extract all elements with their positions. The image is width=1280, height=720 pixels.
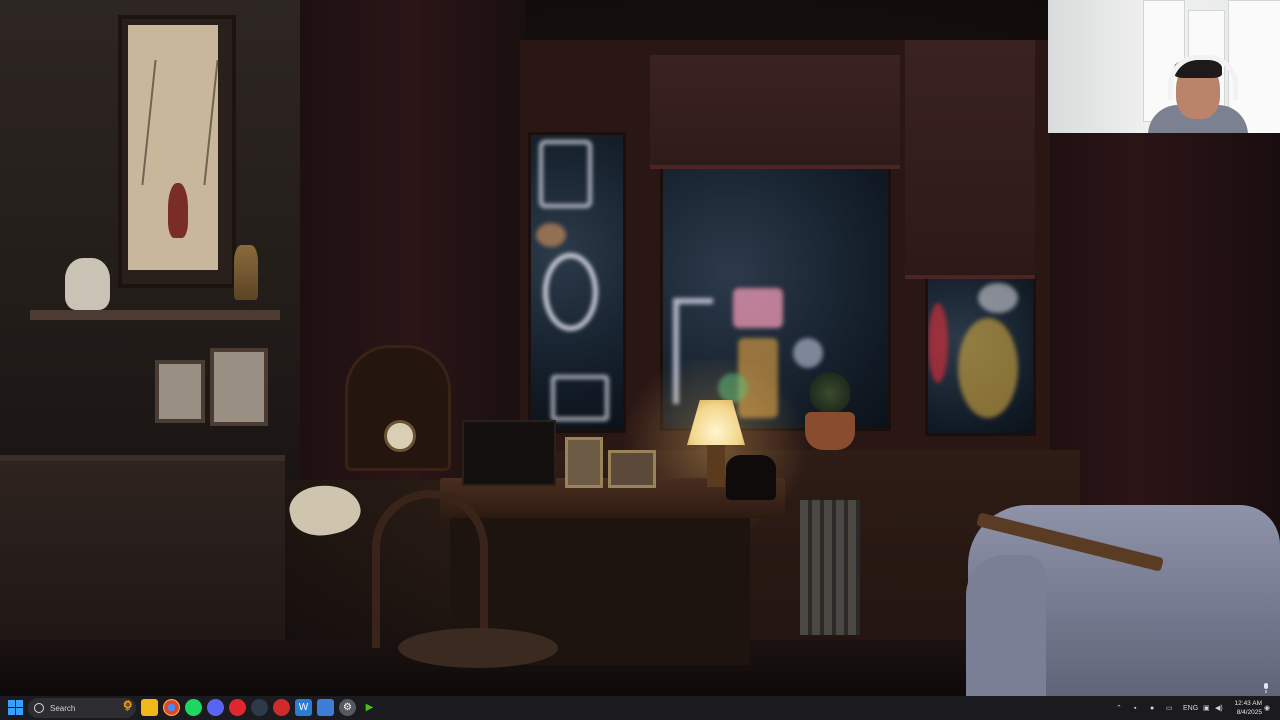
clock-date: 8/4/2025 — [1236, 709, 1262, 716]
tray-mic-icon[interactable]: ● — [1150, 696, 1154, 720]
wall-photo — [155, 360, 205, 423]
armchair-arm — [966, 555, 1046, 696]
lamp-base — [707, 445, 725, 487]
taskbar-clock[interactable]: 12:43 AM 8/4/2025 — [1230, 699, 1262, 717]
plant-pot — [805, 412, 855, 450]
window-pane-right — [925, 275, 1036, 436]
microphone-icon[interactable] — [1262, 683, 1270, 693]
blue-app-icon[interactable] — [317, 699, 334, 716]
teapot — [65, 258, 110, 310]
tray-chevron-icon[interactable]: ⌃ — [1116, 696, 1122, 720]
headset-icon — [1168, 55, 1238, 100]
dresser — [0, 455, 285, 656]
weather-widget-icon[interactable]: 🌻 — [122, 701, 134, 712]
steam-icon[interactable] — [251, 699, 268, 716]
typewriter — [462, 420, 556, 486]
wall-shelf — [30, 310, 280, 320]
chrome-icon[interactable] — [163, 699, 180, 716]
clock-time: 12:43 AM — [1234, 700, 1262, 707]
painting-branches — [141, 60, 219, 185]
tray-display-icon[interactable]: ▭ — [1166, 696, 1173, 720]
window-blind — [650, 55, 900, 169]
potted-plant — [810, 372, 850, 414]
network-icon[interactable]: ▣ — [1203, 696, 1210, 720]
record-app-icon[interactable] — [229, 699, 246, 716]
clock — [384, 420, 416, 452]
start-button[interactable] — [8, 700, 24, 716]
search-icon — [34, 703, 44, 713]
webcam-overlay — [1048, 0, 1280, 133]
chair-back — [372, 490, 488, 648]
taskbar: Search 🌻 W ⚙ ▶ ⌃ ▪ ● ▭ ENG ▣ ◀) 12:43 AM… — [0, 696, 1280, 720]
tray-app-icon[interactable]: ▪ — [1134, 696, 1136, 720]
desk-photo — [565, 437, 603, 488]
painting-vase — [168, 183, 188, 238]
volume-icon[interactable]: ◀) — [1215, 696, 1223, 720]
rotary-phone — [726, 455, 776, 500]
green-arrow-icon[interactable]: ▶ — [361, 699, 378, 716]
discord-icon[interactable] — [207, 699, 224, 716]
notification-icon[interactable]: ◉ — [1264, 696, 1270, 720]
language-indicator[interactable]: ENG — [1183, 696, 1198, 720]
settings-icon[interactable]: ⚙ — [339, 699, 356, 716]
wall-photo — [210, 348, 268, 426]
desk-photo — [608, 450, 656, 488]
red-app-icon[interactable] — [273, 699, 290, 716]
trophy — [234, 245, 258, 300]
cloth — [285, 478, 365, 542]
search-placeholder: Search — [50, 703, 76, 713]
word-icon[interactable]: W — [295, 699, 312, 716]
chair-seat — [398, 628, 558, 668]
spotify-icon[interactable] — [185, 699, 202, 716]
window-blind-right — [905, 40, 1035, 279]
search-box[interactable]: Search 🌻 — [28, 698, 136, 718]
radiator — [800, 500, 860, 635]
file-explorer-icon[interactable] — [141, 699, 158, 716]
antique-radio — [345, 345, 451, 471]
